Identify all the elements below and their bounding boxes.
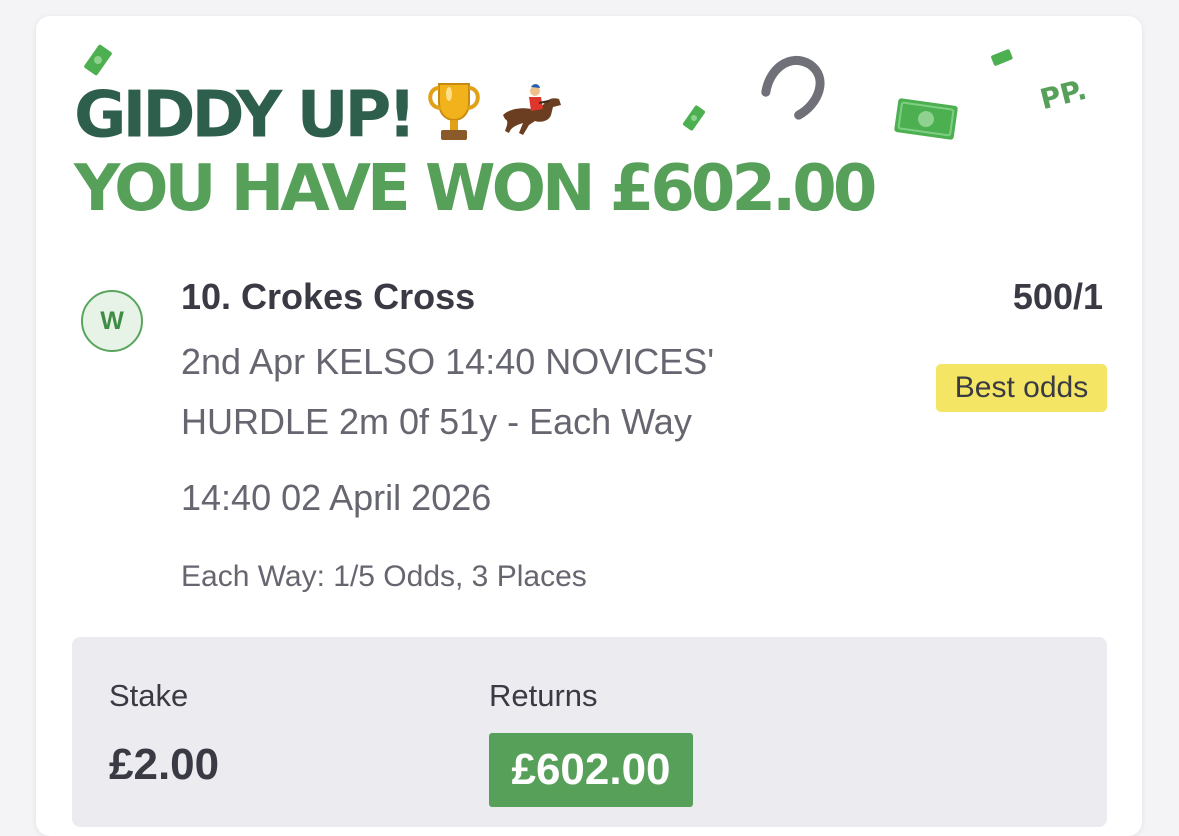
returns-value: £602.00 xyxy=(489,733,693,807)
returns-label: Returns xyxy=(489,678,598,713)
selection-name: 10. Crokes Cross xyxy=(181,276,476,317)
event-datetime: 14:40 02 April 2026 xyxy=(181,477,492,518)
best-odds-badge: Best odds xyxy=(936,364,1107,412)
money-note-icon xyxy=(84,44,112,76)
stake-value: £2.00 xyxy=(109,740,220,789)
stake-label: Stake xyxy=(109,678,189,713)
horse-racing-icon xyxy=(495,81,567,157)
each-way-terms: Each Way: 1/5 Odds, 3 Places xyxy=(181,560,587,593)
money-note-icon xyxy=(682,105,706,131)
win-result-badge: W xyxy=(81,290,143,352)
event-description: 2nd Apr KELSO 14:40 NOVICES' HURDLE 2m 0… xyxy=(181,341,715,442)
trophy-icon xyxy=(425,78,483,160)
odds-price: 500/1 xyxy=(1012,276,1103,317)
money-note-icon xyxy=(991,49,1013,66)
win-amount-headline: YOU HAVE WON £602.00 xyxy=(74,152,877,226)
bet-summary: Stake £2.00 Returns £602.00 xyxy=(72,637,1107,827)
horseshoe-icon xyxy=(761,55,825,120)
giddy-up-text: GIDDY UP! xyxy=(74,78,417,153)
celebration-headline: GIDDY UP! xyxy=(74,78,567,160)
money-note-icon xyxy=(894,98,958,140)
